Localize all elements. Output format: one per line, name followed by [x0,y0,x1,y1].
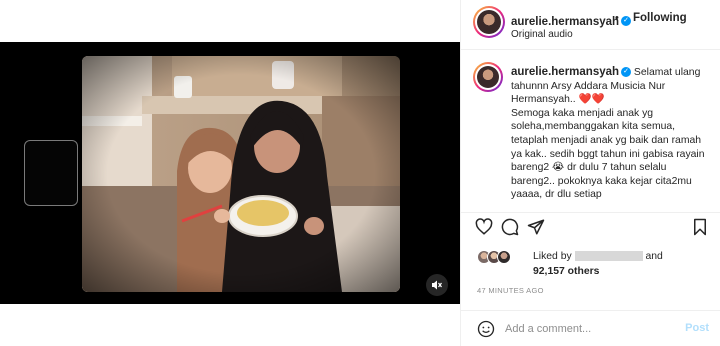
action-bar [461,212,720,248]
liker-avatar[interactable] [497,250,511,264]
mute-toggle-button[interactable] [426,274,448,296]
verified-badge-icon: ✓ [621,15,632,26]
modal-top-margin [0,0,460,42]
post-modal: aurelie.hermansyah ✓ • Following Original… [0,0,720,346]
comment-bar: Post [461,310,720,346]
photo-illustration [82,56,400,292]
paper-plane-icon[interactable] [527,218,545,236]
post-photo [82,56,400,292]
post-media[interactable] [0,42,460,304]
original-audio-link[interactable]: Original audio [511,29,573,40]
bookmark-icon[interactable] [691,218,709,236]
author-avatar[interactable] [473,6,505,38]
like-count-link[interactable]: 92,157 others [533,266,599,277]
heart-emoji-icon: ❤️❤️ [578,94,605,106]
post-header: aurelie.hermansyah ✓ • Following Original… [461,0,720,50]
author-username[interactable]: aurelie.hermansyah ✓ [511,12,632,30]
liker-name-redacted[interactable] [574,251,643,262]
following-button[interactable]: Following [633,12,687,24]
post-side-panel: aurelie.hermansyah ✓ • Following Original… [460,0,720,346]
speaker-muted-icon [432,280,442,290]
story-thumbnail-frame[interactable] [24,140,78,206]
post-caption: aurelie.hermansyah ✓ Selamat ulang tahunn… [511,66,711,202]
smiley-icon[interactable] [477,320,495,338]
comment-input[interactable] [505,320,675,338]
heart-icon[interactable] [475,218,493,236]
verified-badge-icon: ✓ [621,67,632,78]
post-timestamp[interactable]: 47 MINUTES AGO [477,286,544,295]
comment-icon[interactable] [501,218,519,236]
post-comment-button[interactable]: Post [685,322,709,334]
caption-avatar[interactable] [473,62,503,92]
likes-summary: Liked by and 92,157 others [477,250,717,280]
caption-username[interactable]: aurelie.hermansyah [511,66,619,78]
crying-emoji-icon: 😭 [552,162,565,174]
header-separator: • [615,12,619,24]
liked-by-text: Liked by and [533,251,663,262]
modal-bottom-margin [0,304,460,346]
